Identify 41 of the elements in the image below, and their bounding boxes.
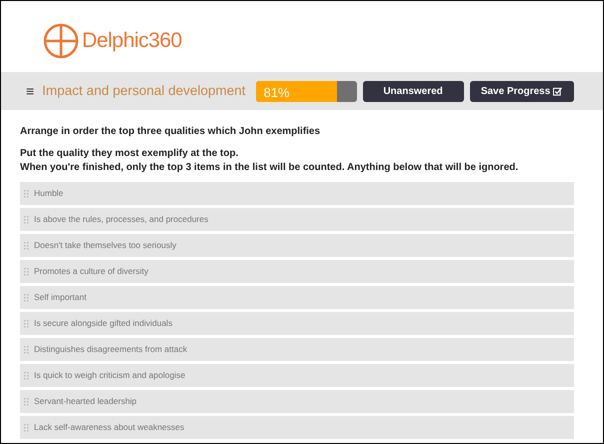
drag-handle-icon[interactable] — [24, 346, 29, 354]
item-label: Is secure alongside gifted individuals — [34, 317, 172, 330]
sortable-item[interactable]: Humble — [20, 182, 574, 205]
sortable-item[interactable]: Lack self-awareness about weaknesses — [20, 416, 574, 439]
drag-handle-icon[interactable] — [24, 242, 29, 250]
item-label: Servant-hearted leadership — [34, 395, 137, 408]
menu-button[interactable]: ≡ — [26, 80, 34, 102]
drag-handle-icon[interactable] — [24, 424, 29, 432]
item-label: Self important — [34, 291, 86, 304]
checkbox-icon — [553, 86, 562, 96]
sortable-item[interactable]: Self important — [20, 286, 574, 309]
drag-handle-icon[interactable] — [24, 294, 29, 302]
sortable-item[interactable]: Is above the rules, processes, and procedures — [20, 208, 574, 231]
item-label: Lack self-awareness about weaknesses — [34, 421, 184, 434]
drag-handle-icon[interactable] — [24, 190, 29, 198]
progress-text: 81% — [264, 84, 290, 102]
drag-handle-icon[interactable] — [24, 372, 29, 380]
logo-text: Delphic360 — [82, 28, 182, 54]
unanswered-button[interactable]: Unanswered — [362, 80, 464, 102]
instruction-text: Put the quality they most exemplify at the top. — [20, 147, 240, 161]
sortable-item[interactable]: Is quick to weigh criticism and apologise — [20, 364, 574, 387]
sortable-item[interactable]: Doesn't take themselves too seriously — [20, 234, 574, 257]
item-label: Promotes a culture of diversity — [34, 265, 148, 278]
drag-handle-icon[interactable] — [24, 216, 29, 224]
item-label: Is above the rules, processes, and procedures — [34, 213, 208, 226]
logo-icon — [43, 22, 79, 58]
drag-handle-icon[interactable] — [24, 398, 29, 406]
sortable-item[interactable]: Distinguishes disagreements from attack — [20, 338, 574, 361]
drag-handle-icon[interactable] — [24, 320, 29, 328]
item-label: Distinguishes disagreements from attack — [34, 343, 188, 356]
save-progress-button[interactable]: Save Progress — [470, 80, 574, 102]
sortable-item[interactable]: Is secure alongside gifted individuals — [20, 312, 574, 335]
sortable-item[interactable]: Promotes a culture of diversity — [20, 260, 574, 283]
item-label: Humble — [34, 187, 64, 200]
question-title: Arrange in order the top three qualities which John exemplifies — [20, 125, 322, 139]
instruction-text: When you're finished, only the top 3 items in the list will be counted. Anything below that will be ignored. — [20, 161, 520, 175]
item-label: Is quick to weigh criticism and apologise — [34, 369, 186, 382]
sortable-item[interactable]: Servant-hearted leadership — [20, 390, 574, 413]
section-title: Impact and personal development — [42, 82, 246, 100]
drag-handle-icon[interactable] — [24, 268, 29, 276]
item-label: Doesn't take themselves too seriously — [34, 239, 176, 252]
